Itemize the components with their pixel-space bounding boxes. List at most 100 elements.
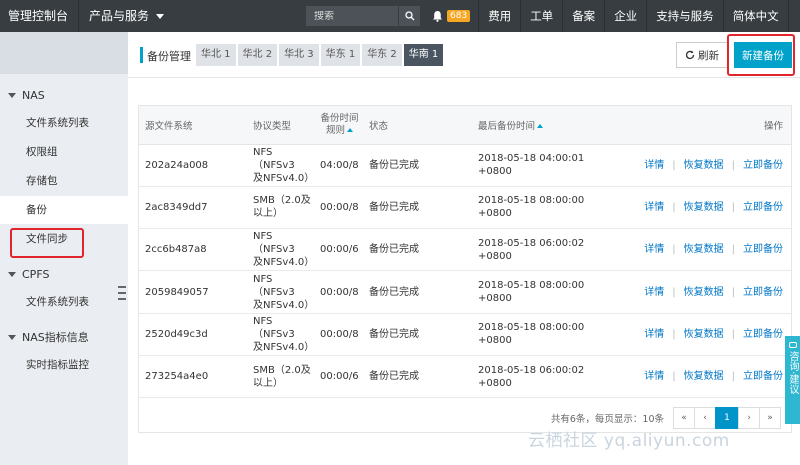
detail-link[interactable]: 详情 <box>644 329 664 340</box>
cell-protocol-line1: SMB（2.0及 <box>253 364 311 376</box>
sidebar-toggle-icon[interactable] <box>118 286 128 300</box>
sidebar-item-backup[interactable]: 备份 <box>0 196 128 224</box>
cell-time-line2: +0800 <box>478 250 512 262</box>
sidebar-item-storage-packages[interactable]: 存储包 <box>0 167 128 195</box>
caret-down-icon <box>8 271 16 277</box>
sidebar-group-label: NAS <box>22 88 45 102</box>
cell-source-fs: 2cc6b487a8 <box>139 228 247 272</box>
sidebar-group-nas-metrics[interactable]: NAS指标信息 <box>0 324 128 350</box>
restore-link[interactable]: 恢复数据 <box>684 329 724 340</box>
cell-status: 备份已完成 <box>363 355 472 399</box>
sidebar-item-permission-groups[interactable]: 权限组 <box>0 138 128 166</box>
sidebar-group-nas[interactable]: NAS <box>0 82 128 108</box>
backup-now-link[interactable]: 立即备份 <box>743 160 783 171</box>
backup-now-link[interactable]: 立即备份 <box>743 202 783 213</box>
cell-status: 备份已完成 <box>363 186 472 230</box>
cell-backup-rule: 00:00/6 <box>314 355 363 399</box>
cell-last-backup-time: 2018-05-18 08:00:00 +0800 <box>472 186 603 230</box>
last-page-button[interactable]: » <box>759 407 781 429</box>
cell-status: 备份已完成 <box>363 228 472 272</box>
cell-protocol-line1: NFS（NFSv3 <box>253 231 295 256</box>
cell-protocol: NFS（NFSv3 及NFSv4.0） <box>247 228 314 272</box>
cell-operations: 详情 | 恢复数据 | 立即备份 <box>603 186 791 230</box>
nav-tickets[interactable]: 工单 <box>520 0 562 32</box>
restore-link[interactable]: 恢复数据 <box>684 202 724 213</box>
col-last-backup-time[interactable]: 最后备份时间 <box>472 106 603 145</box>
cell-source-fs: 2ac8349dd7 <box>139 186 247 230</box>
detail-link[interactable]: 详情 <box>644 371 664 382</box>
highlight-box-backup <box>10 228 84 258</box>
cell-protocol: NFS（NFSv3 及NFSv4.0） <box>247 313 314 356</box>
feedback-tab[interactable]: 咨询·建议 <box>785 336 800 424</box>
col-last-backup-label: 最后备份时间 <box>478 120 536 132</box>
cell-backup-rule: 00:00/8 <box>314 270 363 314</box>
sidebar-header-strip <box>0 32 128 74</box>
table-row: 273254a4e0 SMB（2.0及 以上） 00:00/6 备份已完成 2018-05… <box>139 355 791 399</box>
tab-region-huanan-1[interactable]: 华南 1 <box>403 44 444 66</box>
cell-time-line2: +0800 <box>478 208 512 220</box>
tab-region-huabei-1[interactable]: 华北 1 <box>196 44 236 66</box>
cell-status: 备份已完成 <box>363 144 472 187</box>
feedback-icon <box>788 342 797 348</box>
nav-enterprise[interactable]: 企业 <box>604 0 646 32</box>
detail-link[interactable]: 详情 <box>644 202 664 213</box>
col-backup-rule[interactable]: 备份时间 规则 <box>314 106 363 145</box>
cell-source-fs: 2520d49c3d <box>139 313 247 356</box>
nav-language[interactable]: 简体中文 <box>722 0 788 32</box>
cell-last-backup-time: 2018-05-18 04:00:01 +0800 <box>472 144 603 187</box>
tab-region-huabei-3[interactable]: 华北 3 <box>279 44 319 66</box>
next-page-button[interactable]: › <box>738 407 760 429</box>
restore-link[interactable]: 恢复数据 <box>684 287 724 298</box>
bell-icon[interactable] <box>428 10 446 22</box>
tab-region-huadong-1[interactable]: 华东 1 <box>320 44 361 66</box>
nav-billing[interactable]: 费用 <box>478 0 520 32</box>
notification-count-badge[interactable]: 683 <box>447 10 471 22</box>
backup-now-link[interactable]: 立即备份 <box>743 244 783 255</box>
cell-last-backup-time: 2018-05-18 08:00:00 +0800 <box>472 270 603 314</box>
separator: | <box>672 201 676 213</box>
console-home-link[interactable]: 管理控制台 <box>0 0 80 32</box>
main-content: 备份管理 华北 1 华北 2 华北 3 华东 1 华东 2 华南 1 刷新 新建… <box>128 32 800 465</box>
separator: | <box>731 328 735 340</box>
cell-source-fs: 2059849057 <box>139 270 247 314</box>
backup-now-link[interactable]: 立即备份 <box>743 287 783 298</box>
search-box <box>306 6 420 26</box>
backup-now-link[interactable]: 立即备份 <box>743 329 783 340</box>
detail-link[interactable]: 详情 <box>644 287 664 298</box>
table-header-row: 源文件系统 协议类型 备份时间 规则 状态 最后备份时间 操作 <box>139 106 791 145</box>
products-menu[interactable]: 产品与服务 <box>79 0 174 32</box>
detail-link[interactable]: 详情 <box>644 244 664 255</box>
cell-time-line2: +0800 <box>478 293 512 305</box>
cell-operations: 详情 | 恢复数据 | 立即备份 <box>603 355 791 399</box>
search-icon[interactable] <box>398 6 420 26</box>
tab-region-huabei-2[interactable]: 华北 2 <box>237 44 278 66</box>
cell-operations: 详情 | 恢复数据 | 立即备份 <box>603 144 791 187</box>
cell-protocol-line2: 以上） <box>253 208 283 220</box>
restore-link[interactable]: 恢复数据 <box>684 160 724 171</box>
cell-time-line1: 2018-05-18 04:00:01 <box>478 153 585 165</box>
sidebar-item-cpfs-filesystems[interactable]: 文件系统列表 <box>0 288 128 316</box>
tab-region-huadong-2[interactable]: 华东 2 <box>362 44 402 66</box>
sidebar-item-filesystems[interactable]: 文件系统列表 <box>0 109 128 137</box>
cell-time-line1: 2018-05-18 08:00:00 <box>478 195 585 207</box>
table-row: 2ac8349dd7 SMB（2.0及 以上） 00:00/8 备份已完成 2018-05… <box>139 186 791 230</box>
separator: | <box>672 159 676 171</box>
cell-time-line1: 2018-05-18 06:00:02 <box>478 364 585 376</box>
refresh-icon <box>685 50 695 60</box>
page-header: 备份管理 华北 1 华北 2 华北 3 华东 1 华东 2 华南 1 刷新 新建… <box>128 32 800 78</box>
sidebar-item-realtime-monitoring[interactable]: 实时指标监控 <box>0 351 128 379</box>
restore-link[interactable]: 恢复数据 <box>684 371 724 382</box>
refresh-button[interactable]: 刷新 <box>676 42 728 68</box>
backup-now-link[interactable]: 立即备份 <box>743 371 783 382</box>
search-input[interactable] <box>306 10 398 22</box>
restore-link[interactable]: 恢复数据 <box>684 244 724 255</box>
cell-protocol-line1: NFS（NFSv3 <box>253 315 295 340</box>
region-tabs: 华北 1 华北 2 华北 3 华东 1 华东 2 华南 1 <box>196 44 444 66</box>
caret-down-icon <box>8 92 16 98</box>
detail-link[interactable]: 详情 <box>644 160 664 171</box>
nav-support[interactable]: 支持与服务 <box>646 0 723 32</box>
user-menu[interactable] <box>787 0 800 32</box>
nav-icp-filing[interactable]: 备案 <box>562 0 604 32</box>
sidebar-group-cpfs[interactable]: CPFS <box>0 261 128 287</box>
page-title: 备份管理 <box>147 50 191 63</box>
